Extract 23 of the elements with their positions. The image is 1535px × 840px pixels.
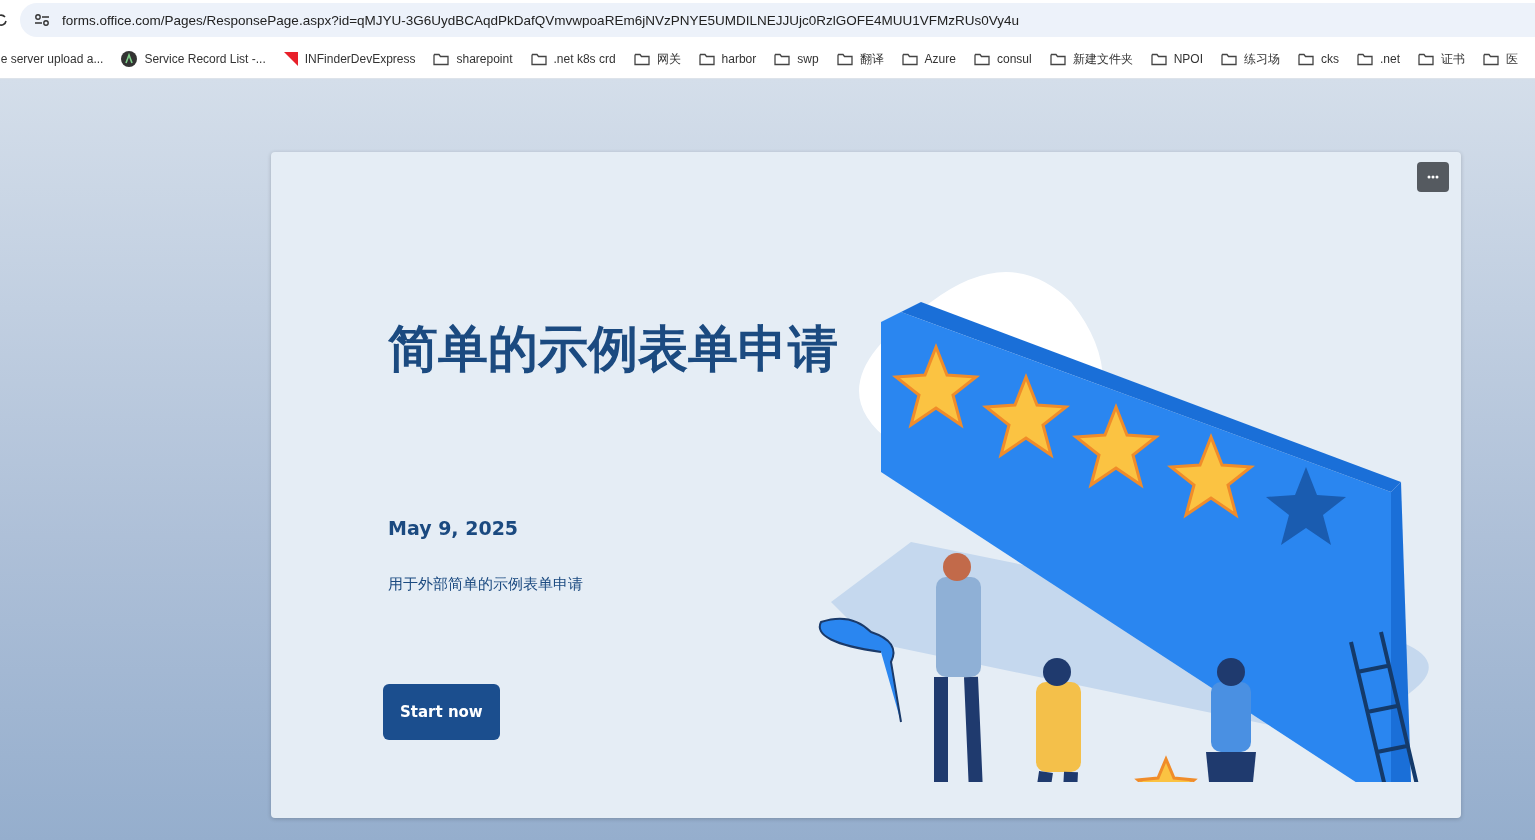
bookmark[interactable]: sharepoint bbox=[424, 45, 522, 73]
bookmark[interactable]: swp bbox=[765, 45, 828, 73]
bookmark[interactable]: harbor bbox=[689, 45, 766, 73]
bookmark[interactable]: Azure bbox=[892, 45, 965, 73]
bookmark[interactable]: NPOI bbox=[1141, 45, 1212, 73]
bookmark[interactable]: .net bbox=[1348, 45, 1409, 73]
bookmark[interactable]: 医 bbox=[1474, 45, 1527, 73]
address-bar[interactable]: forms.office.com/Pages/ResponsePage.aspx?id=qMJYU-3G6UydBCAqdPkDafQVmvwpoaREm6jNVzPNYE5UMDILNEJJUjc0RzlGOFE4MUU1VFMzRUs0Vy4u bbox=[20, 3, 1535, 37]
bookmark[interactable]: Service Record List -... bbox=[112, 45, 275, 73]
bookmark[interactable]: 证书 bbox=[1409, 45, 1474, 73]
bookmark[interactable]: 翻译 bbox=[827, 45, 893, 73]
url-text: forms.office.com/Pages/ResponsePage.aspx?id=qMJYU-3G6UydBCAqdPkDafQVmvwpoaREm6jNVzPNYE5UMDILNEJJUjc0RzlGOFE4MUU1VFMzRUs0Vy4u bbox=[62, 12, 1019, 28]
bookmark[interactable]: consul bbox=[964, 45, 1041, 73]
bookmark[interactable]: INFinderDevExpress bbox=[274, 45, 425, 73]
bookmark[interactable]: 新建文件夹 bbox=[1040, 45, 1142, 73]
form-description: 用于外部简单的示例表单申请 bbox=[388, 575, 583, 594]
form-title: 简单的示例表单申请 bbox=[388, 322, 838, 377]
bookmark[interactable]: 练习场 bbox=[1212, 45, 1289, 73]
bookmark[interactable]: cks bbox=[1289, 45, 1348, 73]
form-date: May 9, 2025 bbox=[388, 517, 519, 539]
bookmark[interactable]: .net k8s crd bbox=[521, 45, 625, 73]
start-button[interactable]: Start now bbox=[383, 684, 500, 740]
bookmark[interactable]: 网关 bbox=[624, 45, 690, 73]
